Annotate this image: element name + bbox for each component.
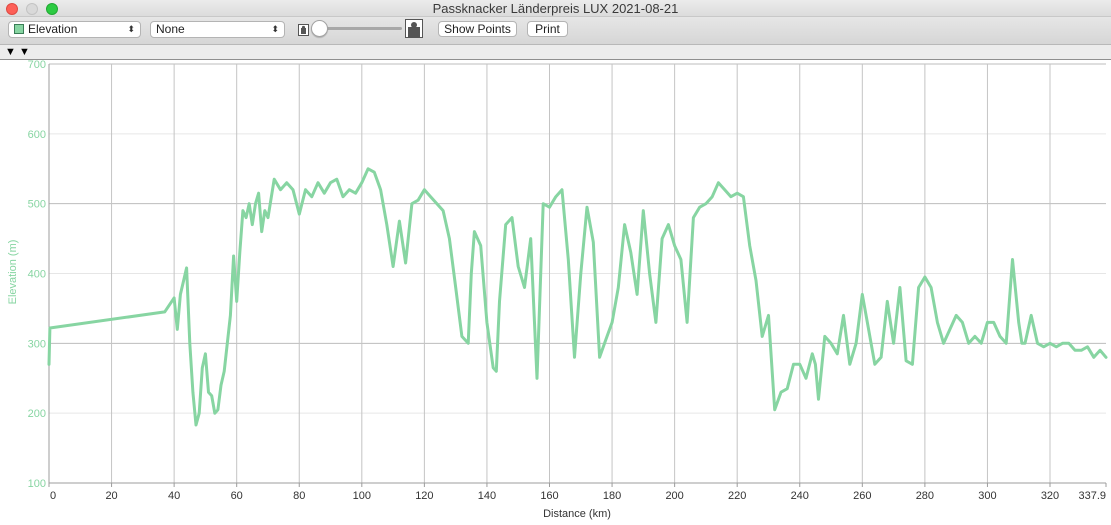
y-tick-label: 300 (28, 338, 46, 350)
x-tick-label: 300 (978, 490, 996, 502)
metric-select[interactable]: Elevation ⬍ (8, 21, 141, 38)
x-tick-label: 0 (50, 490, 56, 502)
x-tick-label: 120 (415, 490, 433, 502)
x-tick-label: 280 (916, 490, 934, 502)
window-title: Passknacker Länderpreis LUX 2021-08-21 (432, 1, 679, 16)
chevron-updown-icon: ⬍ (127, 24, 135, 34)
y-tick-label: 200 (28, 408, 46, 420)
x-tick-label: 180 (603, 490, 621, 502)
chevron-updown-icon: ⬍ (271, 24, 279, 34)
x-axis-label: Distance (km) (543, 508, 611, 520)
zoom-slider-track[interactable] (320, 27, 402, 30)
x-tick-label: 20 (105, 490, 117, 502)
y-tick-label: 600 (28, 129, 46, 141)
metric-color-swatch (14, 24, 24, 34)
elevation-chart[interactable]: 100 200 300 400 500 600 700 0 20 40 60 80 100 120 140… (0, 60, 1111, 525)
range-end-marker-icon[interactable]: ▼ (19, 46, 30, 58)
x-axis-ticks: 0 20 40 60 80 100 120 140 160 180 200 220 240 260 280 3… (48, 483, 1107, 502)
title-bar: Passknacker Länderpreis LUX 2021-08-21 (0, 0, 1111, 17)
x-tick-label: 40 (168, 490, 180, 502)
x-tick-label: 60 (231, 490, 243, 502)
y-axis-ticks: 100 200 300 400 500 600 700 (28, 60, 46, 490)
range-start-marker-icon[interactable]: ▼ (5, 46, 16, 58)
x-tick-label: 320 (1041, 490, 1059, 502)
x-tick-label: 337.9 (1078, 490, 1106, 502)
elevation-series-line[interactable] (47, 167, 1108, 427)
y-axis-label: Elevation (m) (7, 240, 19, 305)
y-tick-label: 700 (28, 60, 46, 71)
zoom-slider-thumb[interactable] (311, 20, 328, 37)
marker-bar: ▼ ▼ (0, 45, 1111, 60)
zoom-in-icon[interactable] (405, 19, 423, 38)
x-tick-label: 140 (478, 490, 496, 502)
x-tick-label: 260 (853, 490, 871, 502)
chart-grid (49, 63, 1106, 484)
x-tick-label: 160 (540, 490, 558, 502)
x-tick-label: 80 (293, 490, 305, 502)
x-tick-label: 240 (791, 490, 809, 502)
metric-select-value: Elevation (28, 22, 78, 36)
y-tick-label: 100 (28, 478, 46, 490)
zoom-out-icon[interactable] (298, 24, 309, 36)
x-tick-label: 100 (353, 490, 371, 502)
y-tick-label: 400 (28, 269, 46, 281)
show-points-button[interactable]: Show Points (438, 21, 517, 37)
secondary-select-value: None (156, 22, 185, 36)
x-tick-label: 220 (728, 490, 746, 502)
secondary-metric-select[interactable]: None ⬍ (150, 21, 285, 38)
print-button[interactable]: Print (527, 21, 568, 37)
y-tick-label: 500 (28, 199, 46, 211)
x-tick-label: 200 (665, 490, 683, 502)
